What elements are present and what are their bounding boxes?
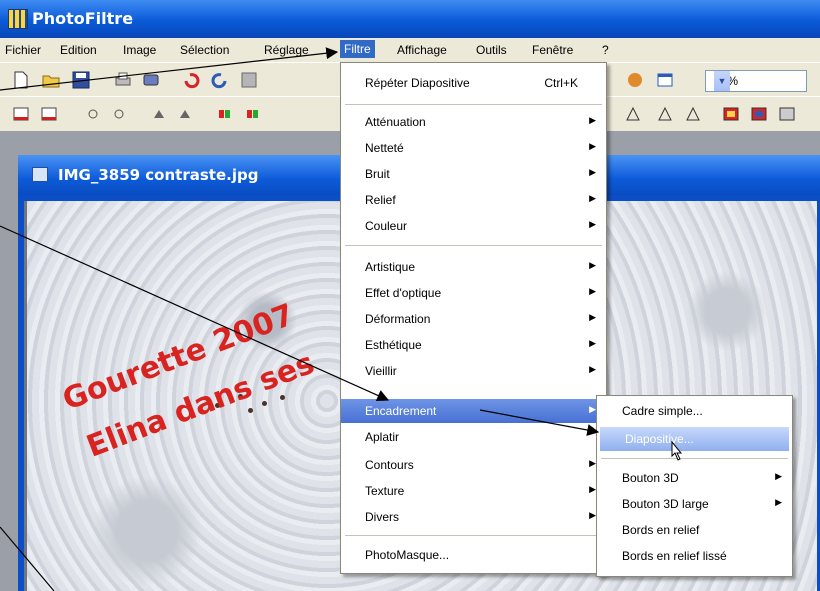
menu-fichier[interactable]: Fichier (5, 43, 41, 57)
submenu-item-diapositive[interactable]: Diapositive... (600, 427, 789, 451)
image-speck (280, 395, 285, 400)
menu-item-couleur[interactable]: Couleur ▶ (341, 214, 606, 238)
triangle-outline-icon[interactable] (656, 105, 674, 123)
menu-item-effet-optique[interactable]: Effet d'optique ▶ (341, 281, 606, 305)
submenu-arrow-icon: ▶ (589, 286, 596, 296)
plugin-icon[interactable] (626, 71, 644, 89)
menu-separator (345, 245, 602, 246)
submenu-arrow-icon: ▶ (589, 193, 596, 203)
frame-icon[interactable] (722, 105, 740, 123)
menu-item-bruit[interactable]: Bruit ▶ (341, 162, 606, 186)
image-speck (248, 408, 253, 413)
menu-item-contours[interactable]: Contours ▶ (341, 453, 606, 477)
new-file-icon[interactable] (12, 71, 30, 89)
submenu-arrow-icon: ▶ (589, 484, 596, 494)
frame-extra-icon[interactable] (778, 105, 796, 123)
save-icon[interactable] (72, 71, 90, 89)
brightness-minus-icon[interactable] (84, 105, 102, 123)
submenu-arrow-icon: ▶ (589, 312, 596, 322)
menu-item-relief[interactable]: Relief ▶ (341, 188, 606, 212)
zoom-select[interactable]: 89% ▼ (705, 70, 807, 92)
menu-item-divers[interactable]: Divers ▶ (341, 505, 606, 529)
submenu-item-cadre-simple[interactable]: Cadre simple... (597, 399, 792, 423)
submenu-arrow-icon: ▶ (775, 471, 782, 481)
menu-affichage[interactable]: Affichage (397, 43, 447, 57)
auto-contrast-icon[interactable] (40, 105, 58, 123)
contrast-plus-icon[interactable] (176, 105, 194, 123)
submenu-item-bords-relief[interactable]: Bords en relief (597, 518, 792, 542)
submenu-arrow-icon: ▶ (589, 364, 596, 374)
triangle-icon[interactable] (624, 105, 642, 123)
image-speck (262, 401, 267, 406)
menu-item-deformation[interactable]: Déformation ▶ (341, 307, 606, 331)
menu-item-esthetique[interactable]: Esthétique ▶ (341, 333, 606, 357)
submenu-arrow-icon: ▶ (589, 404, 596, 414)
filtre-menu: Répéter Diapositive Ctrl+K Atténuation ▶ … (340, 62, 607, 574)
menu-separator (345, 104, 602, 105)
document-title: IMG_3859 contraste.jpg (58, 166, 259, 184)
frame-alt-icon[interactable] (750, 105, 768, 123)
image-file-icon (32, 167, 48, 182)
submenu-item-bouton-3d-large[interactable]: Bouton 3D large ▶ (597, 492, 792, 516)
triangle-double-icon[interactable] (684, 105, 702, 123)
menu-item-encadrement[interactable]: Encadrement ▶ (341, 399, 606, 423)
menu-fenetre[interactable]: Fenêtre (532, 43, 573, 57)
shortcut-label: Ctrl+K (544, 76, 578, 90)
print-icon[interactable] (114, 71, 132, 89)
app-title: PhotoFiltre (32, 9, 134, 28)
submenu-arrow-icon: ▶ (589, 167, 596, 177)
menu-selection[interactable]: Sélection (180, 43, 229, 57)
menu-item-photomasque[interactable]: PhotoMasque... (341, 543, 606, 567)
menu-item-repeat[interactable]: Répéter Diapositive Ctrl+K (341, 71, 606, 95)
saturation-minus-icon[interactable] (216, 105, 234, 123)
saturation-plus-icon[interactable] (244, 105, 262, 123)
menu-item-nettete[interactable]: Netteté ▶ (341, 136, 606, 160)
submenu-arrow-icon: ▶ (589, 115, 596, 125)
photofiltre-logo-icon (8, 9, 28, 29)
app-title-bar: PhotoFiltre (0, 0, 820, 38)
submenu-arrow-icon: ▶ (589, 338, 596, 348)
brightness-plus-icon[interactable] (110, 105, 128, 123)
window-icon[interactable] (656, 71, 674, 89)
menu-edition[interactable]: Edition (60, 43, 97, 57)
redo-icon[interactable] (211, 71, 229, 89)
submenu-arrow-icon: ▶ (589, 260, 596, 270)
encadrement-submenu: Cadre simple... Diapositive... Bouton 3D… (596, 395, 793, 577)
menu-bar: Fichier Edition Image Sélection Réglage … (0, 38, 820, 62)
scanner-icon[interactable] (142, 71, 160, 89)
menu-item-attenuation[interactable]: Atténuation ▶ (341, 110, 606, 134)
menu-help[interactable]: ? (602, 43, 609, 57)
submenu-arrow-icon: ▶ (589, 219, 596, 229)
menu-item-artistique[interactable]: Artistique ▶ (341, 255, 606, 279)
open-folder-icon[interactable] (42, 71, 60, 89)
menu-separator (601, 458, 788, 459)
contrast-minus-icon[interactable] (150, 105, 168, 123)
menu-item-texture[interactable]: Texture ▶ (341, 479, 606, 503)
chevron-down-icon[interactable]: ▼ (714, 71, 730, 91)
submenu-arrow-icon: ▶ (589, 510, 596, 520)
menu-item-aplatir[interactable]: Aplatir (341, 425, 606, 449)
menu-filtre[interactable]: Filtre (340, 40, 375, 58)
menu-reglage[interactable]: Réglage (264, 43, 309, 57)
submenu-item-bords-relief-lisse[interactable]: Bords en relief lissé (597, 544, 792, 568)
submenu-arrow-icon: ▶ (589, 458, 596, 468)
mouse-pointer-icon (671, 441, 683, 461)
submenu-item-bouton-3d[interactable]: Bouton 3D ▶ (597, 466, 792, 490)
menu-image[interactable]: Image (123, 43, 156, 57)
menu-separator (345, 535, 602, 536)
undo-icon[interactable] (182, 71, 200, 89)
menu-item-vieillir[interactable]: Vieillir ▶ (341, 359, 606, 383)
auto-level-icon[interactable] (12, 105, 30, 123)
submenu-arrow-icon: ▶ (589, 141, 596, 151)
toolbar-tool-icon[interactable] (240, 71, 258, 89)
submenu-arrow-icon: ▶ (775, 497, 782, 507)
menu-outils[interactable]: Outils (476, 43, 507, 57)
